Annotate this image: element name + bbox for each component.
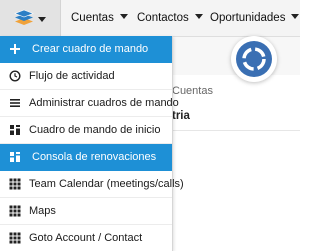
dashboard-dropdown-menu: Crear cuadro de mando Flujo de actividad… [0,36,184,251]
clock-icon [9,70,21,82]
grid-icon [9,205,21,217]
menu-item-label: Team Calendar (meetings/calls) [29,178,184,190]
menu-item-flujo-actividad[interactable]: Flujo de actividad [0,63,172,90]
plus-icon [10,44,20,54]
chevron-down-icon [194,14,203,20]
nav-label: Oportunidades [210,12,286,24]
nav-contactos[interactable]: Contactos [137,0,203,36]
chevron-down-icon [291,14,300,20]
nav-label: Contactos [137,12,189,24]
chevron-down-icon [119,14,128,20]
nav-oportunidades[interactable]: Oportunidades [210,0,300,36]
menu-item-label: Maps [29,205,56,217]
menu-item-cuadro-inicio[interactable]: Cuadro de mando de inicio [0,117,172,144]
menu-item-crear-cuadro[interactable]: Crear cuadro de mando [0,36,172,63]
menu-item-administrar[interactable]: Administrar cuadros de mando [0,90,179,117]
menu-item-label: Cuadro de mando de inicio [29,124,161,136]
dashboard-icon [10,152,20,162]
menu-item-label: Administrar cuadros de mando [29,97,179,109]
dashboard-icon [10,125,20,135]
app-logo-menu[interactable] [0,0,61,37]
grid-icon [9,232,21,244]
menu-item-label: Goto Account / Contact [29,232,143,244]
layers-logo-icon [14,9,34,25]
menu-item-team-calendar[interactable]: Team Calendar (meetings/calls) [0,171,184,198]
menu-item-label: Consola de renovaciones [32,151,157,163]
sync-gear-icon [236,41,272,77]
list-icon [10,99,20,107]
divider [172,130,300,131]
chevron-down-icon [38,17,46,22]
top-nav-bar: Cuentas Contactos Oportunidades [0,0,300,37]
sync-badge[interactable] [231,36,277,82]
menu-item-label: Crear cuadro de mando [32,43,149,55]
grid-icon [9,178,21,190]
menu-item-label: Flujo de actividad [29,70,115,82]
menu-item-maps[interactable]: Maps [0,198,172,225]
menu-item-goto-account[interactable]: Goto Account / Contact [0,225,172,251]
nav-label: Cuentas [71,12,114,24]
menu-item-consola-renovaciones[interactable]: Consola de renovaciones [0,144,172,171]
nav-cuentas[interactable]: Cuentas [71,0,128,36]
